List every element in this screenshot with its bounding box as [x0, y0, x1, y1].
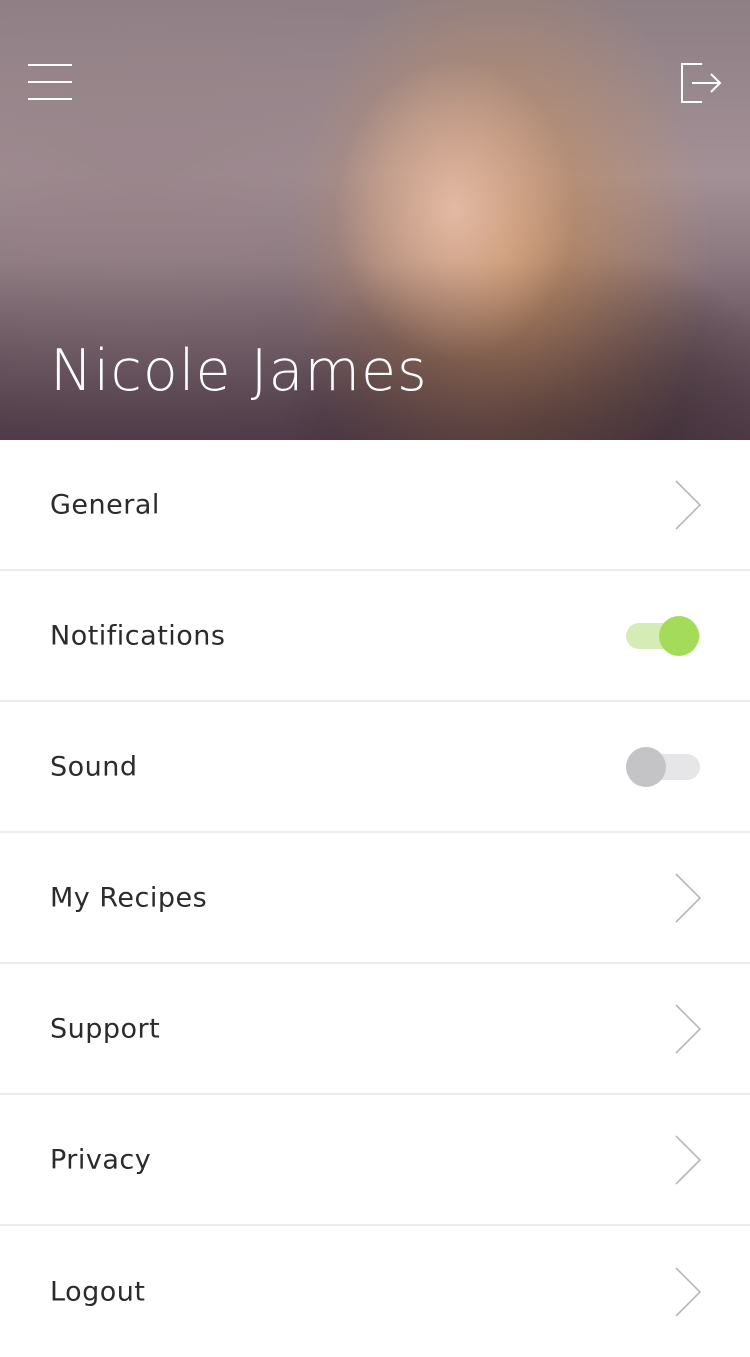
settings-row-privacy[interactable]: Privacy	[0, 1095, 750, 1226]
chevron-right-icon	[672, 479, 704, 531]
settings-row-logout[interactable]: Logout	[0, 1226, 750, 1357]
settings-row-my-recipes[interactable]: My Recipes	[0, 833, 750, 964]
general-label: General	[50, 489, 160, 520]
logout-label: Logout	[50, 1276, 146, 1307]
sound-toggle[interactable]	[624, 746, 702, 788]
notifications-label: Notifications	[50, 620, 226, 651]
user-name: Nicole James	[50, 338, 428, 404]
chevron-right-icon	[672, 1003, 704, 1055]
profile-header: Nicole James	[0, 0, 750, 440]
settings-row-general[interactable]: General	[0, 440, 750, 571]
chevron-right-icon	[672, 872, 704, 924]
sound-toggle-knob	[626, 746, 666, 787]
settings-row-notifications: Notifications	[0, 571, 750, 702]
hamburger-menu-icon[interactable]	[28, 64, 72, 102]
settings-row-sound: Sound	[0, 702, 750, 833]
settings-list: General Notifications Sound My Recipes S…	[0, 440, 750, 1357]
privacy-label: Privacy	[50, 1144, 152, 1175]
chevron-right-icon	[672, 1266, 704, 1318]
exit-icon[interactable]	[678, 60, 724, 106]
notifications-toggle-knob	[659, 615, 699, 656]
my-recipes-label: My Recipes	[50, 882, 208, 913]
chevron-right-icon	[672, 1134, 704, 1186]
notifications-toggle[interactable]	[624, 615, 702, 657]
sound-label: Sound	[50, 751, 138, 782]
settings-row-support[interactable]: Support	[0, 964, 750, 1095]
support-label: Support	[50, 1013, 161, 1044]
